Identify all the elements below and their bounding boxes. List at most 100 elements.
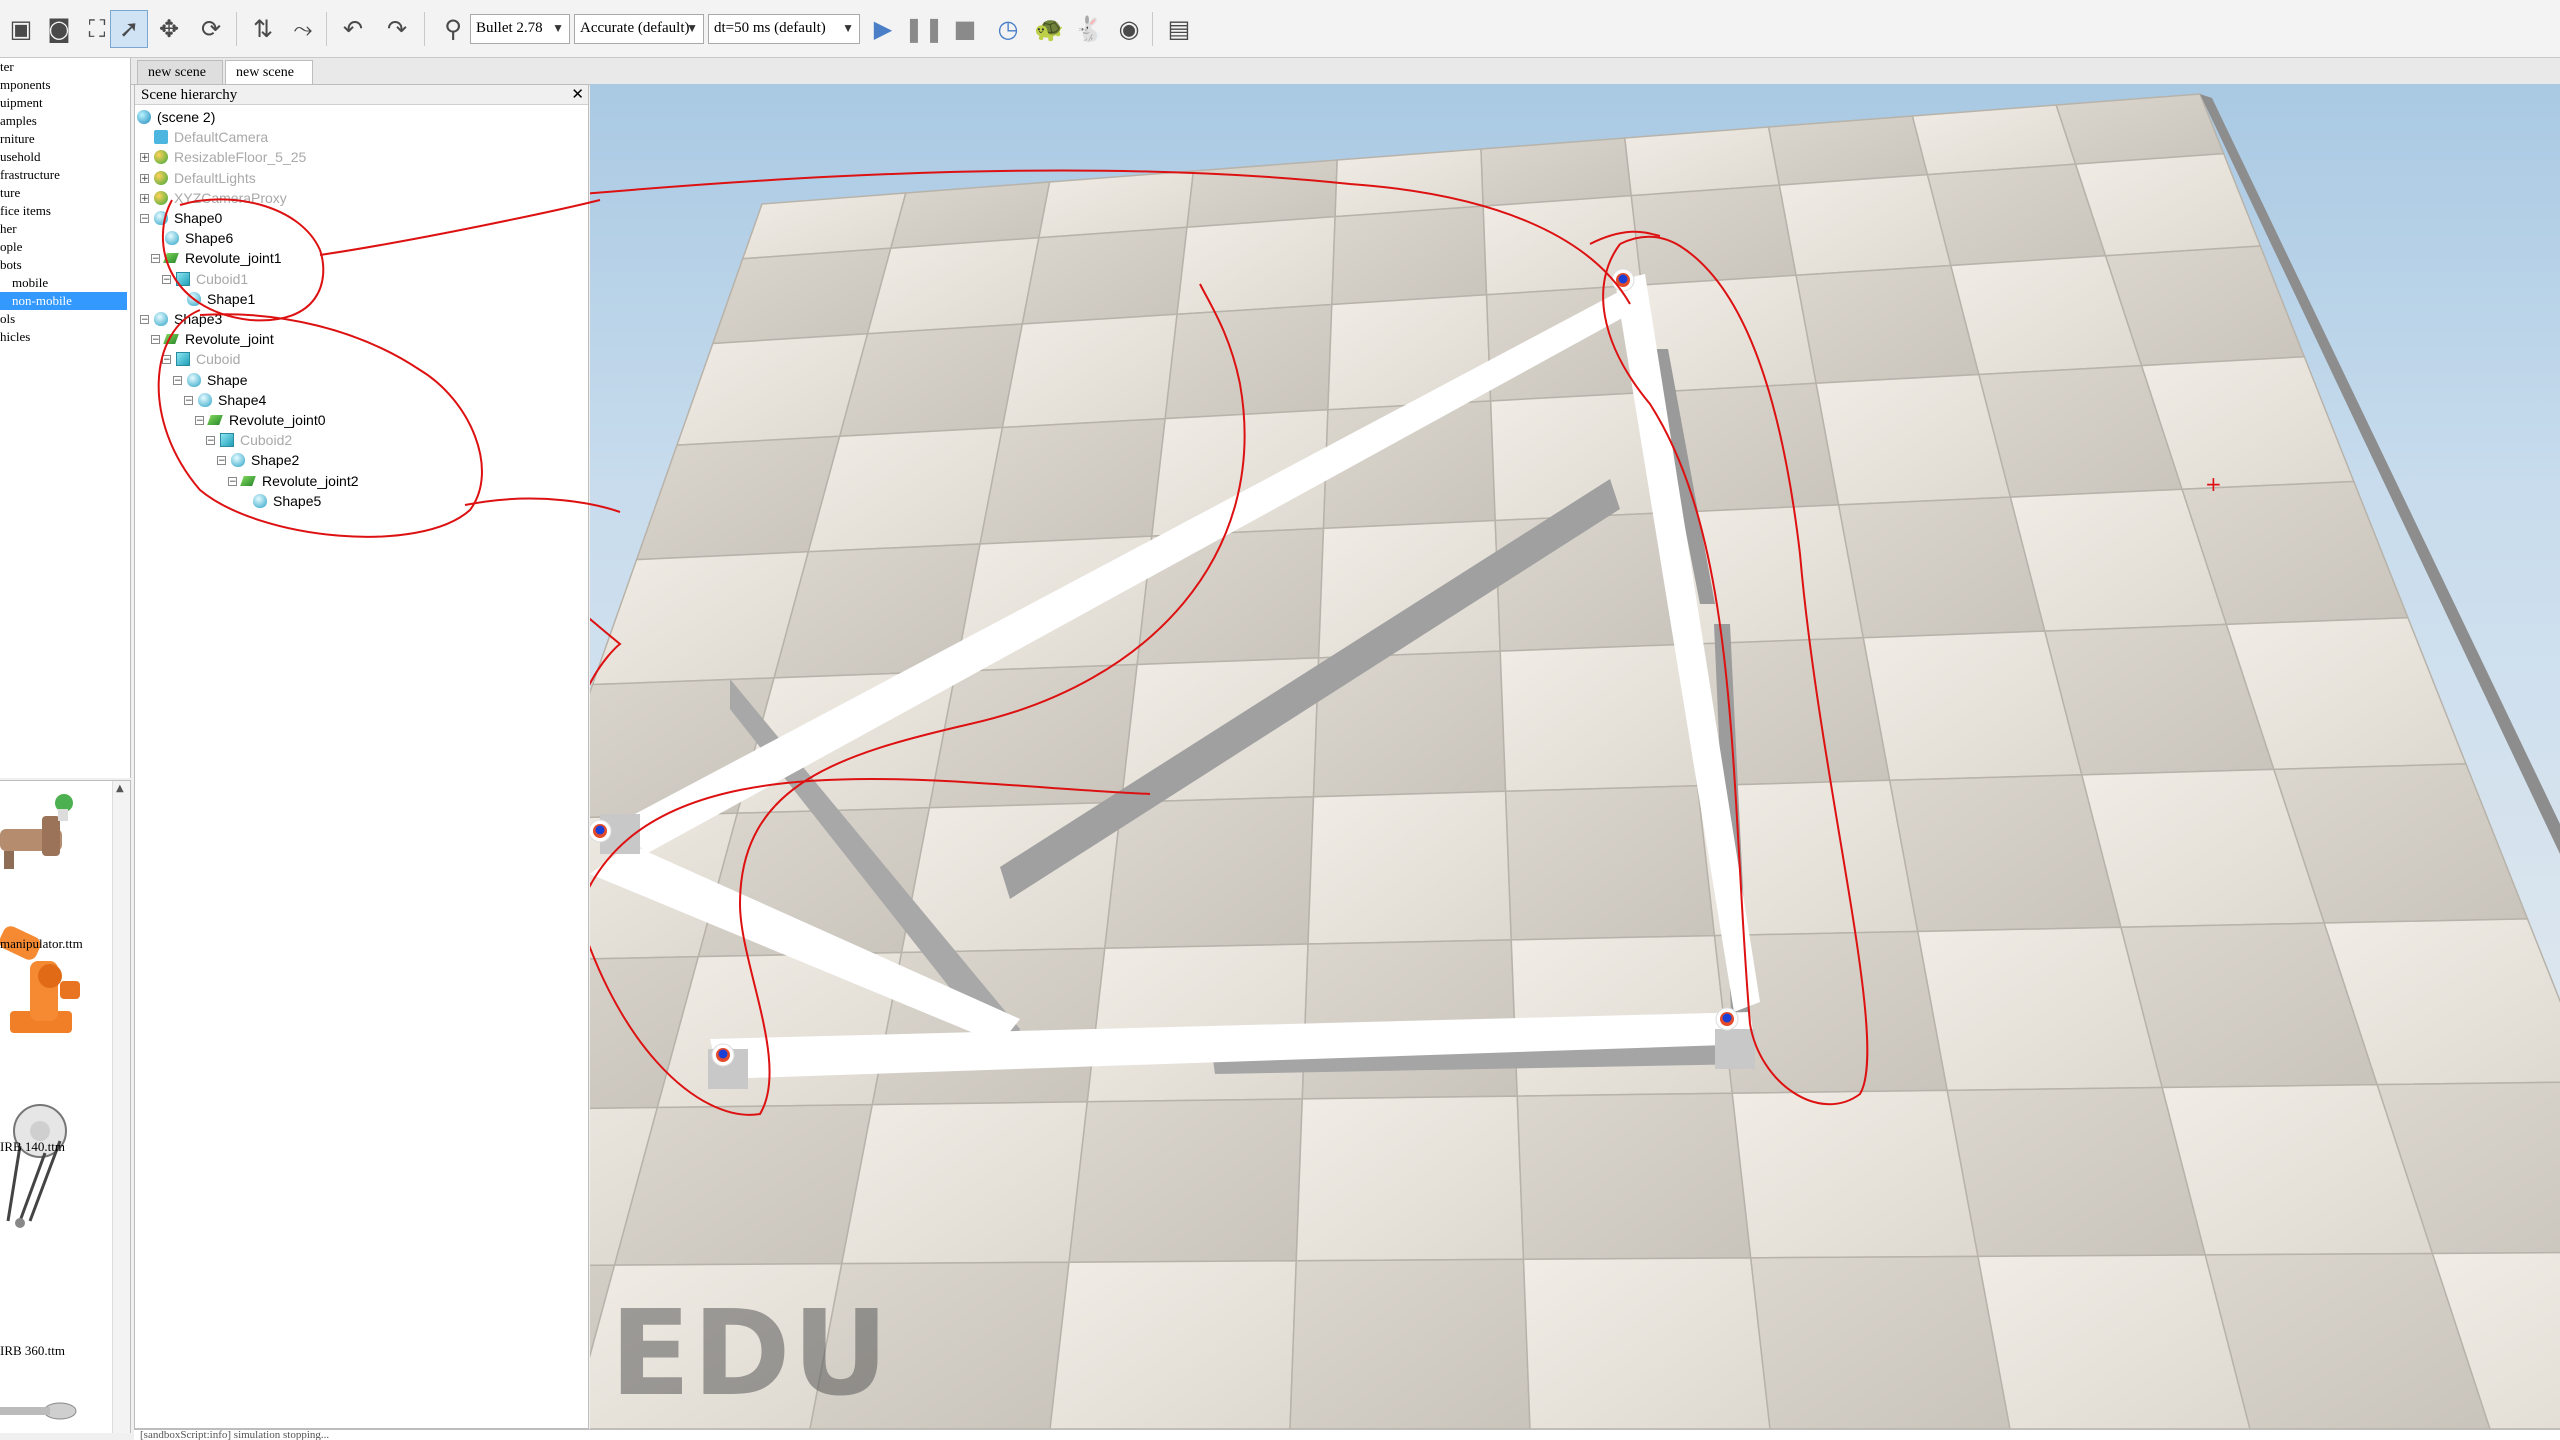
floor-tile xyxy=(2074,152,2262,257)
model-folder-item[interactable]: rniture xyxy=(0,130,35,148)
realtime-icon[interactable]: ◷ xyxy=(989,10,1027,48)
resizable-floor xyxy=(590,93,2560,1429)
manipulator-thumbnail[interactable] xyxy=(0,794,73,869)
world-icon xyxy=(137,110,151,124)
camera-icon[interactable]: ▣ xyxy=(2,10,40,48)
hierarchy-node[interactable]: DefaultCamera xyxy=(174,127,268,147)
partial-model-thumbnail[interactable] xyxy=(0,1402,77,1420)
model-folder-item[interactable]: frastructure xyxy=(0,166,60,184)
hierarchy-node[interactable]: Revolute_joint1 xyxy=(185,248,282,268)
floor-tile xyxy=(1295,1095,1525,1262)
floor-tile xyxy=(2104,245,2306,367)
model-folder-item[interactable]: fice items xyxy=(0,202,51,220)
revolute-joint-axis xyxy=(718,1049,728,1059)
floor-tile xyxy=(1164,303,1333,420)
rabbit-icon[interactable]: 🐇 xyxy=(1070,10,1108,48)
tree-expand-toggle[interactable]: − xyxy=(140,315,149,325)
hierarchy-node[interactable]: Shape3 xyxy=(174,309,222,329)
hierarchy-node[interactable]: DefaultLights xyxy=(174,168,256,188)
vision-sensor-icon[interactable]: ▤ xyxy=(1160,10,1198,48)
floor-tile xyxy=(1289,1258,1531,1429)
close-icon[interactable]: ✕ xyxy=(571,85,584,105)
hierarchy-node[interactable]: ResizableFloor_5_25 xyxy=(174,147,306,167)
model-folder-item[interactable]: ter xyxy=(0,58,14,76)
floor-tile xyxy=(1731,1089,1979,1259)
model-folder-item[interactable]: hicles xyxy=(0,328,30,346)
tree-expand-toggle[interactable]: − xyxy=(162,355,171,365)
tree-expand-toggle[interactable]: + xyxy=(140,173,149,183)
shift-icon[interactable]: ⇅ xyxy=(244,10,282,48)
model-folder-item-selected[interactable]: non-mobile xyxy=(0,292,127,310)
hierarchy-node[interactable]: Shape0 xyxy=(174,208,222,228)
move-icon[interactable]: ✥ xyxy=(150,10,188,48)
hierarchy-node[interactable]: Cuboid2 xyxy=(240,430,292,450)
tab-scene-1[interactable]: new scene xyxy=(137,60,223,84)
tree-expand-toggle[interactable]: − xyxy=(195,416,204,426)
hierarchy-node[interactable]: Revolute_joint0 xyxy=(229,410,326,430)
select-cursor-icon[interactable]: ➚ xyxy=(110,10,148,48)
hierarchy-node[interactable]: (scene 2) xyxy=(157,107,215,127)
model-folder-item[interactable]: amples xyxy=(0,112,37,130)
hierarchy-node[interactable]: Shape4 xyxy=(218,390,266,410)
physics-engine-select[interactable]: Bullet 2.78 ▼ xyxy=(470,14,570,44)
scene-render[interactable]: + xyxy=(590,84,2560,1429)
model-folder-item[interactable]: uipment xyxy=(0,94,43,112)
tree-expand-toggle[interactable]: − xyxy=(151,335,160,345)
tree-expand-toggle[interactable]: − xyxy=(140,214,149,224)
redo-icon[interactable]: ↷ xyxy=(378,10,416,48)
tree-expand-toggle[interactable]: − xyxy=(228,476,237,486)
tree-expand-toggle[interactable]: − xyxy=(206,436,215,446)
camera-icon xyxy=(154,130,168,145)
screenshot-icon[interactable]: ◙ xyxy=(40,10,78,48)
model-folder-item[interactable]: usehold xyxy=(0,148,40,166)
undo-icon[interactable]: ↶ xyxy=(334,10,372,48)
rotate-icon[interactable]: ⟳ xyxy=(192,10,230,48)
model-folder-item[interactable]: ture xyxy=(0,184,20,202)
hierarchy-node[interactable]: Shape5 xyxy=(273,491,321,511)
model-folder-item[interactable]: ols xyxy=(0,310,15,328)
model-folder-item[interactable]: bots xyxy=(0,256,22,274)
model-folder-item[interactable]: her xyxy=(0,220,17,238)
timestep-select[interactable]: dt=50 ms (default) ▼ xyxy=(708,14,860,44)
joint-post[interactable] xyxy=(1715,1029,1755,1069)
hierarchy-node[interactable]: XYZCameraProxy xyxy=(174,188,287,208)
tree-expand-toggle[interactable]: − xyxy=(151,254,160,264)
eye-icon[interactable]: ◉ xyxy=(1110,10,1148,48)
undo-tool-icon[interactable]: ⤳ xyxy=(284,10,322,48)
hierarchy-node[interactable]: Shape xyxy=(207,370,247,390)
revolute-joint-axis xyxy=(1722,1013,1732,1023)
scroll-up-arrow-icon[interactable]: ▲ xyxy=(116,783,124,794)
turtle-icon[interactable]: 🐢 xyxy=(1030,10,1068,48)
pause-icon[interactable]: ❚❚ xyxy=(904,10,944,48)
model-folder-item[interactable]: mobile xyxy=(0,274,48,292)
hierarchy-node[interactable]: Shape1 xyxy=(207,289,255,309)
hierarchy-node[interactable]: Cuboid1 xyxy=(196,269,248,289)
accuracy-select[interactable]: Accurate (default) ▼ xyxy=(574,14,704,44)
tree-expand-toggle[interactable]: + xyxy=(140,193,149,203)
stop-icon[interactable]: ■ xyxy=(946,10,984,48)
tree-expand-toggle[interactable]: + xyxy=(140,153,149,163)
model-folder-item[interactable]: mponents xyxy=(0,76,51,94)
floor-tile xyxy=(866,236,1040,335)
model-folder-item[interactable]: ople xyxy=(0,238,22,256)
shape-icon xyxy=(154,211,168,225)
physics-engine-icon[interactable]: ⚲ xyxy=(434,10,472,48)
floor-tile xyxy=(1767,115,1929,186)
tree-expand-toggle[interactable]: − xyxy=(217,456,226,466)
tree-expand-toggle[interactable]: − xyxy=(184,395,193,405)
revolute-joint-axis xyxy=(1618,274,1628,284)
play-icon[interactable]: ▶ xyxy=(864,10,902,48)
hierarchy-node[interactable]: Revolute_joint2 xyxy=(262,471,359,491)
hierarchy-node[interactable]: Revolute_joint xyxy=(185,329,274,349)
irb360-thumbnail[interactable] xyxy=(6,1104,67,1228)
tab-scene-2[interactable]: new scene xyxy=(225,60,313,84)
shape-icon xyxy=(154,312,168,326)
chevron-down-icon: ▼ xyxy=(552,21,564,35)
3d-viewport[interactable]: + EDU xyxy=(590,84,2560,1429)
hierarchy-node[interactable]: Shape2 xyxy=(251,450,299,470)
tree-expand-toggle[interactable]: − xyxy=(173,375,182,385)
hierarchy-node[interactable]: Shape6 xyxy=(185,228,233,248)
tree-expand-toggle[interactable]: − xyxy=(162,274,171,284)
hierarchy-node[interactable]: Cuboid xyxy=(196,349,240,369)
thumbnail-scrollbar[interactable]: ▲ xyxy=(112,781,130,1433)
